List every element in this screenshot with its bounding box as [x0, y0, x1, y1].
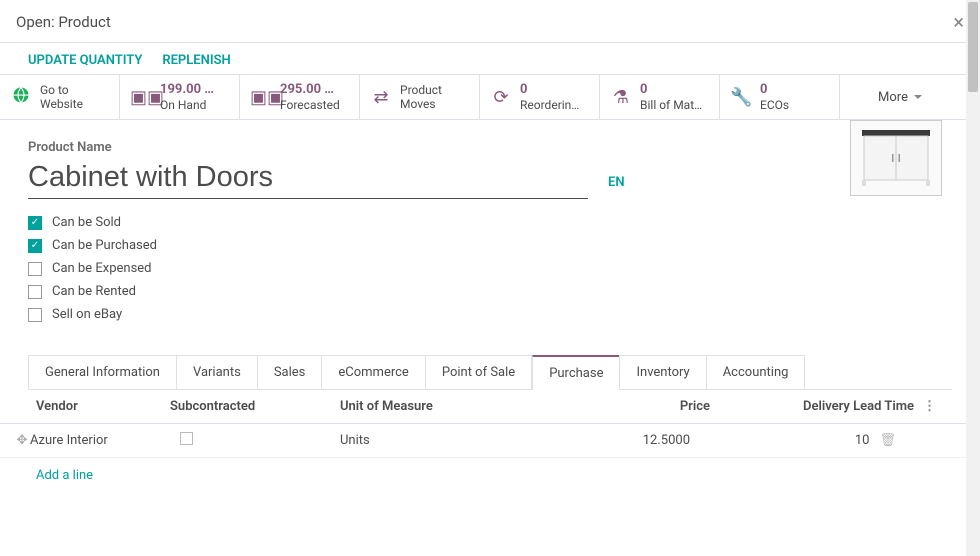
cell-price[interactable]: 12.5000 — [570, 433, 700, 448]
table-row[interactable]: ✥ Azure Interior Units 12.5000 10 🗑 — [0, 424, 980, 458]
cell-uom[interactable]: Units — [340, 433, 570, 448]
product-moves-button[interactable]: ⇄ Product Moves — [360, 75, 480, 119]
close-icon[interactable]: × — [953, 12, 964, 32]
chevron-down-icon — [914, 95, 922, 99]
goto-website-line2: Website — [40, 97, 83, 111]
add-line-button[interactable]: Add a line — [0, 458, 980, 493]
ecos-button[interactable]: 🔧 0 ECOs — [720, 75, 840, 119]
onhand-label: On Hand — [160, 98, 214, 112]
tab-accounting[interactable]: Accounting — [706, 355, 806, 390]
tab-purchase[interactable]: Purchase — [532, 355, 620, 390]
cell-vendor[interactable]: Azure Interior — [30, 433, 180, 448]
bom-label: Bill of Mat… — [640, 98, 702, 112]
cell-subcontracted[interactable] — [180, 432, 340, 449]
moves-line1: Product — [400, 83, 442, 97]
vendor-grid: Vendor Subcontracted Unit of Measure Pri… — [0, 390, 980, 493]
scrollbar[interactable] — [966, 0, 980, 556]
tabs: General Information Variants Sales eComm… — [28, 354, 952, 390]
onhand-value: 199.00 … — [160, 82, 214, 98]
product-name-label: Product Name — [28, 140, 952, 155]
tab-ecommerce[interactable]: eCommerce — [321, 355, 425, 390]
bom-button[interactable]: ⚗ 0 Bill of Mat… — [600, 75, 720, 119]
forecasted-button[interactable]: ▣▣ 295.00 … Forecasted — [240, 75, 360, 119]
cubes-icon: ▣▣ — [130, 87, 152, 108]
can-be-rented-checkbox[interactable] — [28, 285, 42, 299]
refresh-icon: ⟳ — [490, 87, 512, 108]
col-subcontracted[interactable]: Subcontracted — [170, 399, 340, 414]
can-be-expensed-checkbox[interactable] — [28, 262, 42, 276]
replenish-button[interactable]: REPLENISH — [162, 53, 230, 68]
can-be-expensed-label: Can be Expensed — [52, 261, 152, 276]
subcontracted-checkbox[interactable] — [180, 432, 193, 445]
forecasted-label: Forecasted — [280, 98, 340, 112]
sell-on-ebay-checkbox[interactable] — [28, 308, 42, 322]
drag-handle-icon[interactable]: ✥ — [0, 433, 30, 448]
col-uom[interactable]: Unit of Measure — [340, 399, 570, 414]
cell-lead-wrap[interactable]: 10 🗑 — [700, 433, 900, 448]
header-actions: UPDATE QUANTITY REPLENISH — [0, 43, 980, 74]
reordering-label: Reorderin… — [520, 98, 579, 112]
more-button[interactable]: More — [840, 75, 960, 119]
ecos-label: ECOs — [760, 98, 789, 112]
update-quantity-button[interactable]: UPDATE QUANTITY — [28, 53, 142, 68]
exchange-icon: ⇄ — [370, 87, 392, 108]
col-vendor[interactable]: Vendor — [0, 399, 170, 414]
can-be-sold-label: Can be Sold — [52, 215, 121, 230]
product-flags: Can be Sold Can be Purchased Can be Expe… — [28, 211, 952, 326]
ecos-value: 0 — [760, 82, 789, 98]
goto-website-button[interactable]: Go to Website — [0, 75, 120, 119]
wrench-icon: 🔧 — [730, 87, 752, 108]
moves-line2: Moves — [400, 97, 442, 111]
scrollbar-thumb[interactable] — [968, 2, 978, 92]
col-lead[interactable]: Delivery Lead Time — [720, 399, 920, 414]
globe-icon — [10, 86, 32, 109]
col-price[interactable]: Price — [570, 399, 720, 414]
cubes-icon: ▣▣ — [250, 87, 272, 108]
bom-value: 0 — [640, 82, 702, 98]
modal-title: Open: Product — [16, 13, 111, 31]
tab-sales[interactable]: Sales — [257, 355, 323, 390]
sell-on-ebay-label: Sell on eBay — [52, 307, 122, 322]
can-be-sold-checkbox[interactable] — [28, 216, 42, 230]
language-badge[interactable]: EN — [608, 175, 625, 190]
cell-lead: 10 — [855, 433, 870, 448]
trash-icon[interactable]: 🗑 — [879, 433, 896, 448]
forecasted-value: 295.00 … — [280, 82, 340, 98]
product-name-input[interactable] — [28, 159, 588, 199]
can-be-purchased-checkbox[interactable] — [28, 239, 42, 253]
modal-header: Open: Product × — [0, 0, 980, 42]
form-body: Product Name EN Can be Sold Can be Purch… — [0, 120, 980, 336]
reordering-value: 0 — [520, 82, 579, 98]
goto-website-line1: Go to — [40, 83, 83, 97]
onhand-button[interactable]: ▣▣ 199.00 … On Hand — [120, 75, 240, 119]
can-be-purchased-label: Can be Purchased — [52, 238, 157, 253]
more-label: More — [878, 90, 908, 105]
stat-bar: Go to Website ▣▣ 199.00 … On Hand ▣▣ 295… — [0, 74, 980, 120]
can-be-rented-label: Can be Rented — [52, 284, 136, 299]
product-image[interactable] — [850, 120, 942, 196]
grid-header: Vendor Subcontracted Unit of Measure Pri… — [0, 390, 980, 424]
tab-variants[interactable]: Variants — [176, 355, 258, 390]
column-options-icon[interactable]: ⋮ — [920, 399, 950, 414]
tab-general[interactable]: General Information — [28, 355, 177, 390]
tab-inventory[interactable]: Inventory — [619, 355, 706, 390]
flask-icon: ⚗ — [610, 87, 632, 108]
tab-pos[interactable]: Point of Sale — [425, 355, 532, 390]
reordering-button[interactable]: ⟳ 0 Reorderin… — [480, 75, 600, 119]
